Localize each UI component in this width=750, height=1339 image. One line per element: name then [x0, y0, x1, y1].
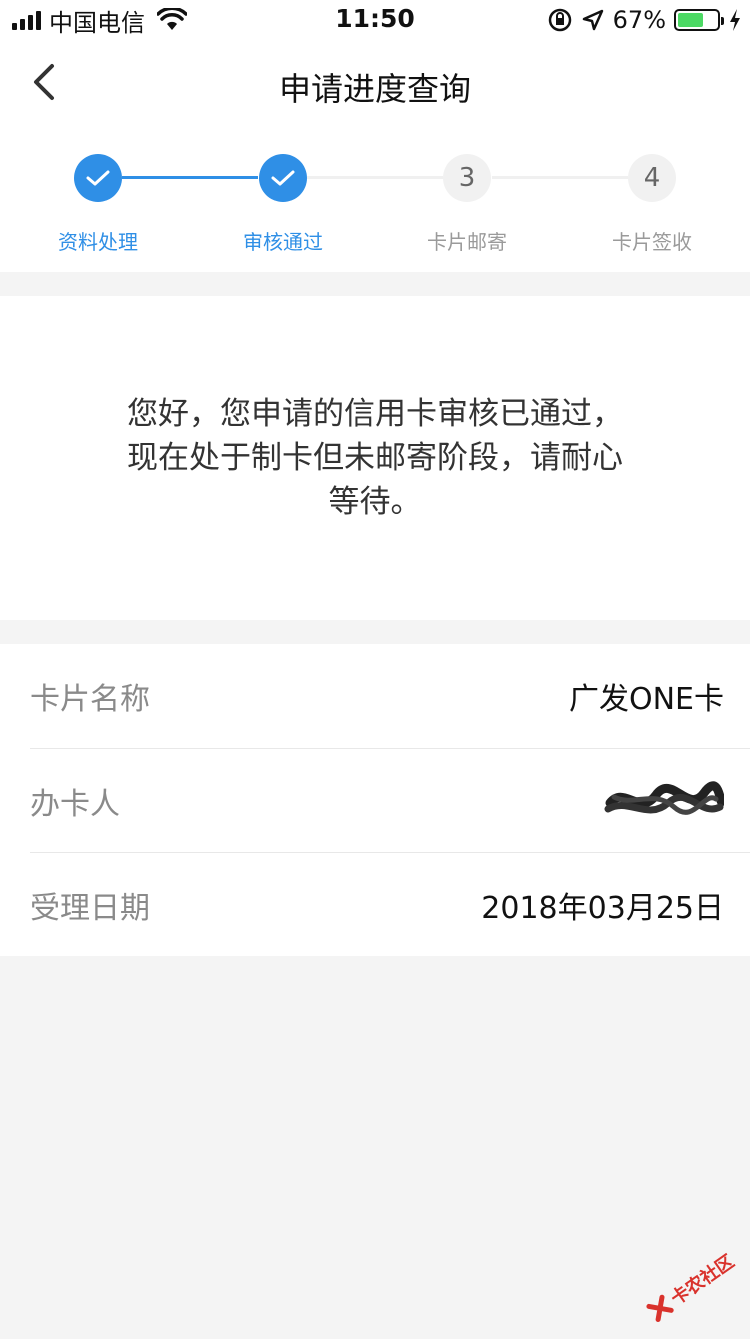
step-4-number: 4 [628, 154, 676, 202]
page-title: 申请进度查询 [0, 64, 750, 110]
step-3-number: 3 [443, 154, 491, 202]
info-row-date: 受理日期 2018年03月25日 [30, 852, 750, 956]
charging-icon [728, 8, 742, 32]
message-line-1: 您好，您申请的信用卡审核已通过， [95, 392, 655, 436]
step-4: 4 卡片签收 [572, 154, 732, 255]
battery-percent: 67% [613, 6, 666, 34]
redacted-name-scribble [604, 777, 724, 825]
step-4-label: 卡片签收 [572, 226, 732, 255]
info-row-applicant: 办卡人 [30, 748, 750, 852]
card-name-value: 广发ONE卡 [569, 674, 724, 718]
battery-icon [674, 9, 720, 31]
application-info-card: 卡片名称 广发ONE卡 办卡人 受理日期 2018年03月25日 [0, 644, 750, 956]
status-bar: 中国电信 11:50 67% [0, 0, 750, 40]
progress-steps: 资料处理 审核通过 3 卡片邮寄 4 卡片签收 [0, 130, 750, 272]
date-value: 2018年03月25日 [481, 883, 724, 927]
card-name-label: 卡片名称 [30, 674, 150, 718]
applicant-label: 办卡人 [30, 779, 120, 823]
watermark-logo: 卡农社区 [634, 1233, 750, 1339]
orientation-lock-icon [547, 7, 573, 33]
nav-bar: 申请进度查询 [0, 40, 750, 130]
date-label: 受理日期 [30, 883, 150, 927]
location-icon [581, 8, 605, 32]
status-right: 67% [547, 6, 742, 34]
step-3: 3 卡片邮寄 [387, 154, 547, 255]
step-2: 审核通过 [203, 154, 363, 255]
step-1-label: 资料处理 [18, 226, 178, 255]
status-message: 您好，您申请的信用卡审核已通过， 现在处于制卡但未邮寄阶段，请耐心 等待。 [95, 392, 655, 524]
info-row-card-name: 卡片名称 广发ONE卡 [30, 644, 750, 748]
step-1: 资料处理 [18, 154, 178, 255]
message-line-2: 现在处于制卡但未邮寄阶段，请耐心 [95, 436, 655, 480]
step-2-check-icon [259, 154, 307, 202]
status-message-card: 您好，您申请的信用卡审核已通过， 现在处于制卡但未邮寄阶段，请耐心 等待。 [0, 296, 750, 620]
watermark-text: 卡农社区 [665, 1248, 739, 1311]
step-1-check-icon [74, 154, 122, 202]
message-line-3: 等待。 [95, 480, 655, 524]
step-2-label: 审核通过 [203, 226, 363, 255]
step-3-label: 卡片邮寄 [387, 226, 547, 255]
